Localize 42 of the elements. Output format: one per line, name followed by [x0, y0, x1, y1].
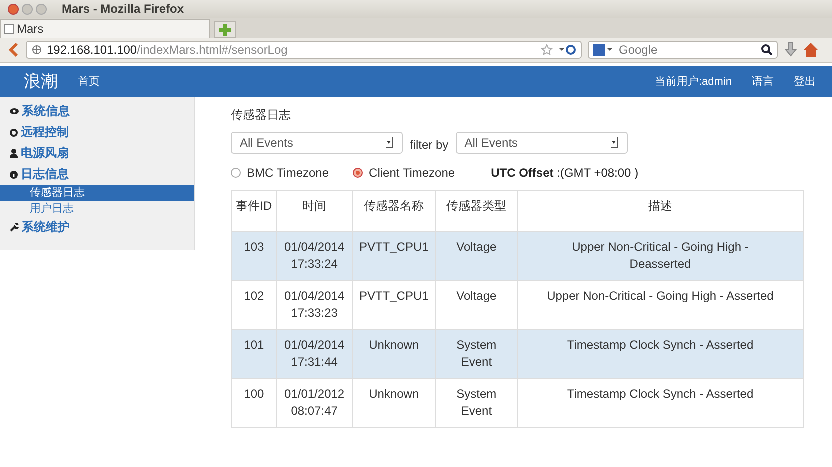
current-user: 当前用户:admin [654, 74, 732, 89]
sidebar-item[interactable]: 系统维护 [0, 217, 194, 238]
window-title: Mars - Mozilla Firefox [62, 2, 184, 16]
sidebar-item[interactable]: 远程控制 [0, 122, 194, 143]
logo-text: 浪潮 [24, 71, 58, 93]
timezone-radio[interactable]: BMC Timezone [231, 166, 330, 180]
table-cell: PVTT_CPU1 [352, 232, 436, 280]
sidebar-subitem[interactable]: 用户日志 [0, 201, 194, 217]
filter-label: filter by [410, 138, 449, 152]
browser-tab[interactable]: Mars [0, 19, 210, 38]
table-cell: Unknown [352, 330, 436, 378]
timezone-radio[interactable]: Client Timezone [353, 166, 456, 180]
url-text: 192.168.101.100/indexMars.html#/sensorLog [47, 43, 289, 57]
sidebar-item[interactable]: 系统信息 [0, 101, 194, 122]
table-cell: 100 [232, 378, 277, 428]
page-title: 传感器日志 [231, 107, 292, 124]
table-cell: Unknown [352, 378, 436, 428]
table-cell: Timestamp Clock Synch - Asserted [517, 378, 804, 428]
table-cell: System Event [436, 378, 518, 428]
table-cell: System Event [436, 330, 518, 378]
nav-link[interactable]: 首页 [78, 74, 100, 89]
search-field[interactable]: Google [617, 42, 757, 58]
table-cell: Voltage [436, 232, 518, 280]
header-link[interactable]: 登出 [794, 74, 816, 89]
event-dropdown[interactable]: All Events [456, 132, 628, 154]
column-header[interactable]: 事件ID [232, 190, 277, 232]
sidebar-item[interactable]: 日志信息 [0, 164, 194, 185]
table-cell: 01/04/2014 17:33:24 [276, 232, 352, 280]
search-bar[interactable]: Google [588, 41, 778, 59]
column-header[interactable]: 描述 [517, 190, 804, 232]
utc-offset: UTC Offset :(GMT +08:00 ) [491, 166, 639, 180]
table-cell: 01/04/2014 17:31:44 [276, 330, 352, 378]
sidebar-item[interactable]: 电源风扇 [0, 143, 194, 164]
table-cell: 101 [232, 330, 277, 378]
table-cell: Upper Non-Critical - Going High - Deasserted [517, 232, 804, 280]
event-dropdown[interactable]: All Events [231, 132, 403, 154]
header-link[interactable]: 语言 [752, 74, 774, 89]
table-cell: Timestamp Clock Synch - Asserted [517, 330, 804, 378]
address-field[interactable]: 192.168.101.100/indexMars.html#/sensorLog [26, 41, 582, 59]
table-cell: 103 [232, 232, 277, 280]
table-cell: 01/01/2012 08:07:47 [276, 378, 352, 428]
sidebar-subitem[interactable]: 传感器日志 [0, 185, 194, 201]
